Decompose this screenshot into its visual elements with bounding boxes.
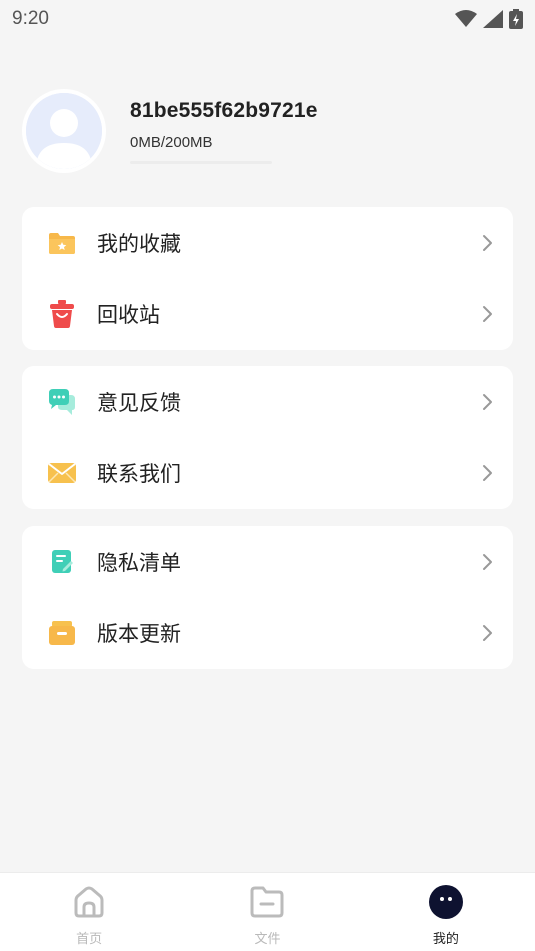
- menu-item-label: 隐私清单: [97, 550, 181, 575]
- status-icons: [455, 9, 523, 29]
- bottom-tab-bar: 首页 文件 我的: [0, 872, 535, 951]
- tab-mine[interactable]: 我的: [357, 873, 535, 951]
- tab-files[interactable]: 文件: [178, 873, 356, 951]
- privacy-list-icon: [48, 548, 76, 576]
- menu-item-label: 版本更新: [97, 622, 181, 647]
- battery-icon: [509, 9, 523, 29]
- chevron-right-icon: [481, 553, 493, 571]
- tab-label: 文件: [254, 932, 281, 947]
- tab-home[interactable]: 首页: [0, 873, 178, 951]
- menu-item-feedback[interactable]: 意见反馈: [22, 366, 513, 438]
- tab-label: 我的: [432, 932, 459, 947]
- avatar[interactable]: [22, 89, 106, 173]
- username: 81be555f62b9721e: [130, 98, 318, 122]
- version-update-icon: [48, 619, 76, 647]
- chevron-right-icon: [481, 393, 493, 411]
- menu-group-3: 隐私清单 版本更新: [22, 526, 513, 669]
- feedback-chat-icon: [48, 388, 76, 416]
- chevron-right-icon: [481, 305, 493, 323]
- trash-icon: [48, 300, 76, 329]
- wifi-icon: [455, 10, 477, 28]
- profile-face-icon: [428, 884, 464, 920]
- folder-icon: [249, 884, 285, 920]
- menu-item-label: 联系我们: [97, 462, 181, 487]
- menu-item-favorites[interactable]: 我的收藏: [22, 207, 513, 279]
- menu-item-version-update[interactable]: 版本更新: [22, 598, 513, 670]
- status-time: 9:20: [12, 8, 49, 29]
- profile-header[interactable]: 81be555f62b9721e 0MB/200MB: [22, 86, 512, 176]
- favorites-folder-icon: [48, 229, 76, 257]
- status-bar: 9:20: [0, 0, 535, 38]
- default-avatar-icon: [26, 93, 102, 169]
- mail-icon: [48, 459, 76, 487]
- signal-icon: [483, 10, 503, 28]
- menu-group-2: 意见反馈 联系我们: [22, 366, 513, 509]
- chevron-right-icon: [481, 624, 493, 642]
- chevron-right-icon: [481, 464, 493, 482]
- profile-info: 81be555f62b9721e 0MB/200MB: [130, 99, 318, 164]
- storage-usage-text: 0MB/200MB: [130, 133, 213, 151]
- menu-item-privacy-list[interactable]: 隐私清单: [22, 526, 513, 598]
- tab-label: 首页: [76, 932, 103, 947]
- menu-item-trash[interactable]: 回收站: [22, 279, 513, 351]
- menu-item-contact[interactable]: 联系我们: [22, 438, 513, 510]
- chevron-right-icon: [481, 234, 493, 252]
- menu-group-1: 我的收藏 回收站: [22, 207, 513, 350]
- home-icon: [71, 884, 107, 920]
- storage-progress-bar: [130, 160, 272, 164]
- menu-item-label: 意见反馈: [97, 390, 181, 415]
- menu-item-label: 回收站: [97, 303, 160, 328]
- menu-item-label: 我的收藏: [97, 231, 181, 256]
